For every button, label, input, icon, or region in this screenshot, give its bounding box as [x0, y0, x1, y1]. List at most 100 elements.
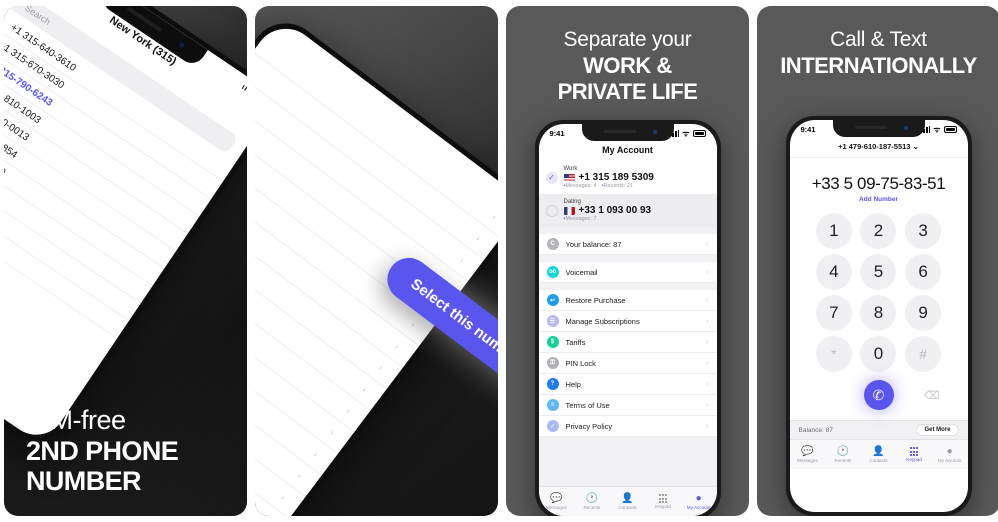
front-camera: [178, 41, 186, 49]
headline-bold-1: INTERNATIONALLY: [780, 52, 977, 78]
radio-selected-icon[interactable]: ✓: [545, 171, 558, 184]
menu-item-label: Privacy Policy: [565, 421, 613, 431]
keypad-key-2[interactable]: 2: [860, 213, 897, 249]
keypad-key-9[interactable]: 9: [905, 295, 942, 331]
chevron-right-icon: ›: [392, 341, 402, 352]
tab-label: My Account: [686, 504, 711, 510]
panel-1-caption: SIM-free 2ND PHONE NUMBER: [4, 405, 247, 496]
front-camera: [652, 130, 657, 134]
battery-icon: [943, 126, 957, 133]
menu-item-label: Help: [565, 379, 581, 389]
account-details: Dating+33 1 093 00 93Messages: 7: [563, 199, 651, 222]
chevron-right-icon: ›: [360, 384, 369, 395]
headline-bold-1: WORK &: [583, 52, 672, 78]
keypad-key-7[interactable]: 7: [815, 295, 852, 331]
chevron-right-icon: ›: [706, 268, 709, 276]
menu-item-terms-of-use[interactable]: ≡ Terms of Use ›: [538, 395, 717, 416]
status-indicators: ᯤ: [920, 124, 957, 135]
account-cards-container: ✓ Work+1 315 189 5309Messages: 4Recents: …: [538, 161, 717, 227]
restore-icon: ↩: [546, 294, 559, 306]
call-button[interactable]: ✆: [863, 380, 894, 410]
balance-row[interactable]: C Your balance: 87 ›: [538, 234, 717, 255]
phone-number-list-2[interactable]: ›››››››››1029›-371-3502›315-285-4408›+1 …: [255, 16, 498, 516]
phone-call-icon: ✆: [872, 386, 885, 403]
keypad-icon: [658, 494, 668, 503]
tab-keypad[interactable]: Keypad: [896, 440, 932, 469]
tab-my-account[interactable]: ● My Account: [932, 440, 968, 469]
phone-screen-2: ›››››››››1029›-371-3502›315-285-4408›+1 …: [255, 16, 498, 516]
tab-keypad[interactable]: Keypad: [645, 487, 681, 516]
balance-bar: Balance: 87 Get More: [789, 420, 968, 439]
add-number-link[interactable]: Add Number: [790, 196, 968, 209]
chevron-right-icon: ›: [344, 405, 353, 416]
tab-contacts[interactable]: 👤 Contacts: [861, 440, 897, 469]
account-meta-item: Messages: 7: [564, 216, 596, 222]
menu-item-restore-purchase[interactable]: ↩ Restore Purchase ›: [538, 290, 717, 311]
contacts-icon: 👤: [621, 492, 634, 504]
chevron-right-icon: ›: [457, 255, 467, 265]
messages-icon: 💬: [801, 445, 814, 457]
tab-messages[interactable]: 💬 Messages: [790, 440, 826, 469]
chevron-right-icon: ›: [474, 233, 483, 244]
keypad-key-3[interactable]: 3: [905, 213, 942, 249]
chevron-right-icon: ›: [706, 422, 709, 430]
caption-line-2: 2ND PHONE: [26, 435, 179, 466]
tab-recents[interactable]: 🕐 Recents: [825, 440, 861, 469]
menu-item-privacy-policy[interactable]: ✓ Privacy Policy ›: [538, 416, 717, 437]
keypad-key-5[interactable]: 5: [860, 254, 897, 290]
tab-my-account[interactable]: ● My Account: [681, 487, 717, 516]
tab-recents[interactable]: 🕐 Recents: [574, 487, 610, 516]
tab-messages[interactable]: 💬 Messages: [539, 487, 575, 516]
keypad-key-1[interactable]: 1: [815, 213, 852, 249]
keypad-key-6[interactable]: 6: [905, 254, 942, 290]
chevron-right-icon: ›: [327, 427, 337, 438]
app-store-screenshot-gallery: 9:41 ıll ᯤ New York (315) ‹ States ⌕ Sea…: [0, 0, 998, 522]
row-spacer: [4, 18, 8, 23]
chevron-right-icon: ›: [706, 359, 709, 367]
chevron-down-icon: ⌄: [912, 142, 919, 151]
account-details: Work+1 315 189 5309Messages: 4Recents: 2…: [563, 166, 654, 189]
keypad-key-8[interactable]: 8: [860, 295, 897, 331]
tab-label: Contacts: [618, 504, 637, 510]
backspace-button[interactable]: ⌫: [924, 389, 940, 402]
tab-bar-3[interactable]: 💬 Messages 🕐 Recents 👤 Contacts Keypad ● My Acco…: [538, 486, 717, 516]
voicemail-row[interactable]: oo Voicemail ›: [538, 262, 717, 283]
coin-icon: C: [546, 238, 559, 250]
messages-icon: 💬: [550, 492, 563, 504]
help-icon: ?: [546, 378, 559, 390]
subscriptions-icon: ☰: [546, 315, 559, 327]
keypad-icon: [909, 447, 919, 456]
keypad[interactable]: 1 2 3 4 5 6 7 8 9 * 0 #: [790, 209, 968, 372]
chevron-right-icon: ›: [490, 211, 498, 222]
keypad-key-star[interactable]: *: [815, 336, 852, 372]
keypad-key-hash[interactable]: #: [905, 336, 942, 372]
menu-item-label: Manage Subscriptions: [565, 316, 640, 326]
menu-item-manage-subscriptions[interactable]: ☰ Manage Subscriptions ›: [538, 311, 717, 332]
keypad-key-4[interactable]: 4: [815, 254, 852, 290]
radio-unselected-icon[interactable]: [545, 204, 558, 217]
phone-notch: [832, 120, 925, 137]
account-number: +1 315 189 5309: [563, 172, 654, 183]
menu-item-pin-lock[interactable]: ⚿ PIN Lock ›: [538, 353, 717, 374]
account-card[interactable]: ✓ Work+1 315 189 5309Messages: 4Recents: …: [538, 161, 717, 194]
chevron-right-icon: ›: [311, 449, 321, 459]
menu-item-label: Tariffs: [565, 337, 586, 347]
get-more-button[interactable]: Get More: [916, 424, 959, 436]
front-camera: [903, 126, 908, 130]
menu-item-help[interactable]: ? Help ›: [538, 374, 717, 395]
flag-fr-icon: [563, 206, 575, 215]
terms-icon: ≡: [546, 399, 559, 411]
account-card[interactable]: Dating+33 1 093 00 93Messages: 7: [538, 194, 717, 227]
tab-label: Messages: [545, 504, 567, 510]
tab-bar-4[interactable]: 💬 Messages 🕐 Recents 👤 Contacts Keypad ● My Acco…: [789, 439, 968, 469]
tilted-phone-mockup-2: ›››››››››1029›-371-3502›315-285-4408›+1 …: [255, 9, 498, 516]
caption-line-3: NUMBER: [26, 465, 142, 496]
caller-id-selector[interactable]: +1 479-610-187-5513 ⌄: [789, 136, 968, 158]
menu-item-tariffs[interactable]: $ Tariffs ›: [538, 332, 717, 353]
account-meta-item: Recents: 21: [602, 183, 633, 189]
recents-icon: 🕐: [585, 492, 599, 504]
shield-icon: ✓: [546, 420, 559, 432]
keypad-key-0[interactable]: 0: [860, 336, 897, 372]
settings-menu: ↩ Restore Purchase › ☰ Manage Subscriptions ›…: [538, 290, 717, 437]
tab-contacts[interactable]: 👤 Contacts: [610, 487, 646, 516]
